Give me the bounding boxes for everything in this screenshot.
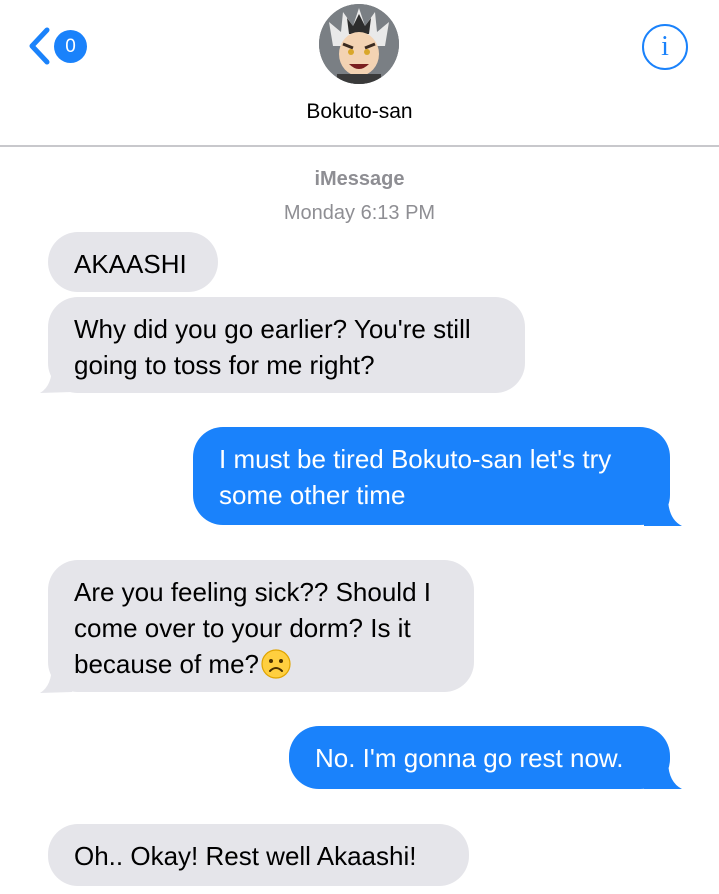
conversation-header: 0 Bokuto-san i — [0, 0, 719, 147]
message-text: AKAASHI — [74, 249, 187, 279]
message-text: Oh.. Okay! Rest well Akaashi! — [74, 841, 417, 871]
message-text: I must be tired Bokuto-san let's try som… — [219, 444, 612, 510]
incoming-message-bubble[interactable]: Oh.. Okay! Rest well Akaashi! — [48, 824, 469, 886]
outgoing-message-bubble[interactable]: No. I'm gonna go rest now. — [289, 726, 670, 789]
info-circle-icon[interactable]: i — [642, 24, 688, 70]
contact-name[interactable]: Bokuto-san — [0, 100, 719, 124]
back-button[interactable]: 0 — [26, 26, 92, 66]
message-text: Why did you go earlier? You're still goi… — [74, 314, 471, 380]
outgoing-bubble-tail — [644, 760, 682, 789]
incoming-bubble-tail — [40, 664, 72, 693]
frowning-face-icon — [261, 649, 291, 679]
message-text: No. I'm gonna go rest now. — [315, 743, 624, 773]
incoming-message-bubble[interactable]: Are you feeling sick?? Should I come ove… — [48, 560, 474, 692]
service-label: iMessage — [314, 168, 405, 190]
chevron-left-icon — [29, 27, 50, 65]
avatar-image — [319, 4, 399, 84]
outgoing-message-bubble[interactable]: I must be tired Bokuto-san let's try som… — [193, 427, 670, 525]
contact-avatar[interactable] — [319, 4, 399, 84]
header-divider — [0, 145, 719, 147]
imessage-conversation: 0 Bokuto-san i iMessage Monday 6:13 PM A… — [0, 0, 719, 894]
incoming-message-bubble[interactable]: AKAASHI — [48, 232, 218, 292]
unread-count-badge: 0 — [54, 29, 87, 63]
incoming-bubble-tail — [40, 366, 72, 393]
outgoing-bubble-tail — [644, 497, 682, 526]
message-timestamp: Monday 6:13 PM — [283, 202, 436, 224]
incoming-message-bubble[interactable]: Why did you go earlier? You're still goi… — [48, 297, 525, 393]
message-text: Are you feeling sick?? Should I come ove… — [74, 577, 431, 679]
